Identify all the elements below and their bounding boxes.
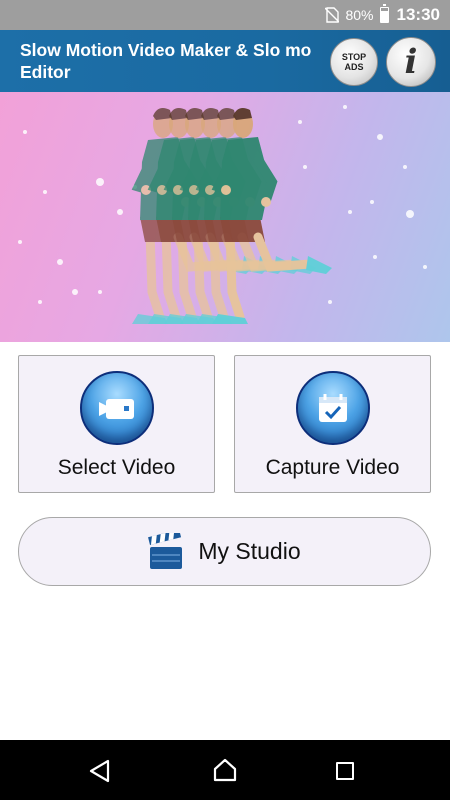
clock: 13:30 bbox=[396, 5, 440, 24]
my-studio-label: My Studio bbox=[198, 538, 301, 564]
clapperboard-icon bbox=[148, 532, 183, 569]
home-icon[interactable] bbox=[212, 757, 238, 783]
banner-image bbox=[0, 92, 450, 342]
my-studio-button[interactable]: My Studio bbox=[18, 517, 431, 586]
back-icon[interactable] bbox=[88, 759, 112, 783]
capture-video-icon-circle bbox=[296, 371, 370, 445]
runner-figures bbox=[131, 108, 332, 324]
calendar-check-icon bbox=[319, 394, 347, 422]
system-nav-bar bbox=[0, 740, 450, 800]
select-video-button[interactable]: Select Video bbox=[18, 355, 215, 493]
video-camera-icon bbox=[99, 399, 134, 419]
select-video-icon-circle bbox=[80, 371, 154, 445]
stop-ads-button[interactable]: STOP ADS bbox=[330, 38, 378, 86]
select-video-label: Select Video bbox=[57, 456, 176, 479]
no-sim-icon bbox=[324, 7, 340, 23]
running-man-illustration bbox=[18, 105, 427, 324]
runner-figure bbox=[211, 108, 332, 324]
app-title: Slow Motion Video Maker & Slo mo Editor bbox=[20, 40, 312, 82]
stop-ads-label-line2: ADS bbox=[344, 62, 364, 72]
battery-percent: 80% bbox=[345, 7, 374, 23]
info-icon: i bbox=[404, 42, 418, 82]
battery-fill bbox=[380, 10, 388, 22]
info-button[interactable]: i bbox=[386, 37, 436, 87]
recent-apps-icon[interactable] bbox=[336, 762, 354, 780]
capture-video-label: Capture Video bbox=[265, 456, 400, 479]
status-bar: 80% 13:30 bbox=[0, 0, 450, 30]
stop-ads-label-line1: STOP bbox=[341, 52, 367, 62]
capture-video-button[interactable]: Capture Video bbox=[234, 355, 431, 493]
battery-icon bbox=[379, 4, 389, 23]
app-bar: Slow Motion Video Maker & Slo mo Editor … bbox=[0, 30, 450, 92]
